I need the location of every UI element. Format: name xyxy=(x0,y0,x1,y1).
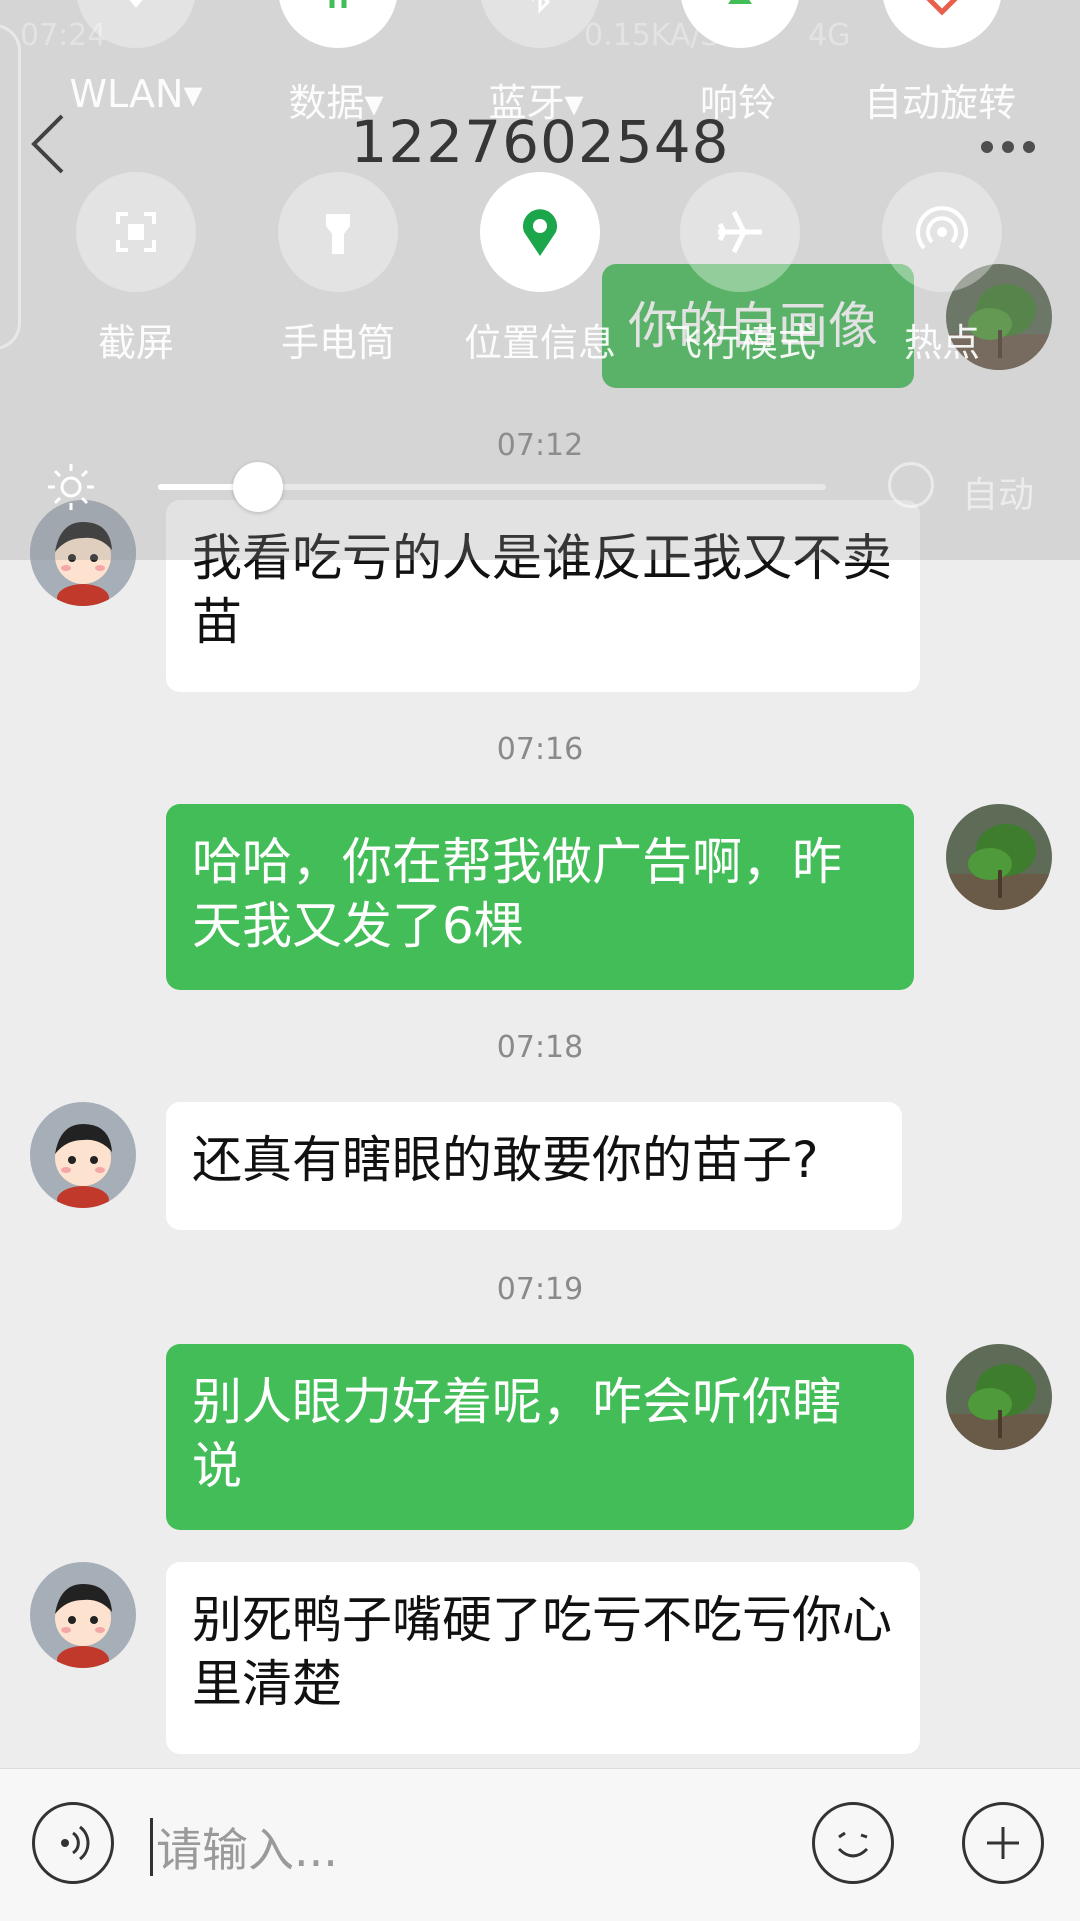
qs-label-auto-rotate: 自动旋转 xyxy=(863,81,1016,125)
flashlight-toggle[interactable] xyxy=(278,172,398,292)
contact-avatar[interactable] xyxy=(30,1562,136,1668)
location-icon xyxy=(523,209,557,256)
add-more-button[interactable] xyxy=(962,1802,1044,1884)
qs-label-bluetooth: 蓝牙▾ xyxy=(488,81,584,125)
qs-label-location: 位置信息 xyxy=(463,321,616,365)
message-text: 别人眼力好着呢，咋会听你瞎说 xyxy=(192,1373,842,1495)
voice-icon xyxy=(61,1825,90,1861)
data-icon xyxy=(329,0,347,8)
brightness-icon xyxy=(48,464,94,510)
hotspot-toggle[interactable] xyxy=(882,172,1002,292)
contact-avatar[interactable] xyxy=(30,1102,136,1208)
flashlight-icon xyxy=(326,214,350,254)
message-bubble-received[interactable]: 还真有瞎眼的敢要你的苗子? xyxy=(166,1102,902,1230)
qs-label-wlan: WLAN▾ xyxy=(69,72,203,116)
message-bubble-sent[interactable]: 哈哈，你在帮我做广告啊，昨天我又发了6棵 xyxy=(166,804,914,990)
my-avatar[interactable] xyxy=(946,804,1052,910)
message-text: 别死鸭子嘴硬了吃亏不吃亏你心里清楚 xyxy=(192,1591,892,1713)
timestamp: 07:19 xyxy=(496,1272,584,1307)
message-bubble-sent[interactable]: 别人眼力好着呢，咋会听你瞎说 xyxy=(166,1344,914,1530)
quick-settings-overlay: 07:24 0.15KA/S 4G WLAN▾ 数据▾ 蓝牙▾ 响铃 自动旋转 xyxy=(0,0,1080,560)
qs-label-screenshot: 截屏 xyxy=(97,321,174,365)
bell-icon xyxy=(728,0,752,4)
bluetooth-icon xyxy=(532,0,551,14)
timestamp: 07:16 xyxy=(496,732,584,767)
timestamp: 07:18 xyxy=(496,1030,584,1065)
wifi-icon xyxy=(129,0,143,8)
brightness-auto-label: 自动 xyxy=(962,475,1035,516)
screenshot-icon xyxy=(116,212,156,252)
emoji-icon xyxy=(837,1831,869,1858)
message-text: 还真有瞎眼的敢要你的苗子? xyxy=(192,1131,819,1189)
hotspot-icon xyxy=(916,206,968,250)
message-bubble-received[interactable]: 别死鸭子嘴硬了吃亏不吃亏你心里清楚 xyxy=(166,1562,920,1754)
brightness-slider-thumb[interactable] xyxy=(233,462,284,512)
status-network-type: 4G xyxy=(808,18,851,53)
message-text: 哈哈，你在帮我做广告啊，昨天我又发了6棵 xyxy=(192,833,842,955)
plus-icon xyxy=(987,1827,1019,1859)
qs-label-hotspot: 热点 xyxy=(903,321,980,365)
text-caret xyxy=(150,1818,153,1876)
side-drawer-handle[interactable] xyxy=(0,24,21,350)
screenshot-toggle[interactable] xyxy=(76,172,196,292)
voice-input-button[interactable] xyxy=(32,1802,114,1884)
emoji-button[interactable] xyxy=(812,1802,894,1884)
airplane-toggle[interactable] xyxy=(680,172,800,292)
auto-rotate-toggle[interactable] xyxy=(882,0,1002,48)
rotate-icon xyxy=(926,0,958,16)
bluetooth-toggle[interactable] xyxy=(480,0,600,48)
data-toggle[interactable] xyxy=(278,0,398,48)
airplane-icon xyxy=(717,210,762,254)
brightness-auto-checkbox[interactable] xyxy=(888,462,934,508)
my-avatar[interactable] xyxy=(946,1344,1052,1450)
message-input[interactable]: 请输入... xyxy=(156,1814,338,1880)
qs-label-airplane: 飞行模式 xyxy=(663,321,816,365)
qs-label-ring: 响铃 xyxy=(699,81,776,125)
qs-label-flashlight: 手电筒 xyxy=(280,321,395,365)
location-toggle[interactable] xyxy=(480,172,600,292)
qs-label-data: 数据▾ xyxy=(288,81,384,125)
